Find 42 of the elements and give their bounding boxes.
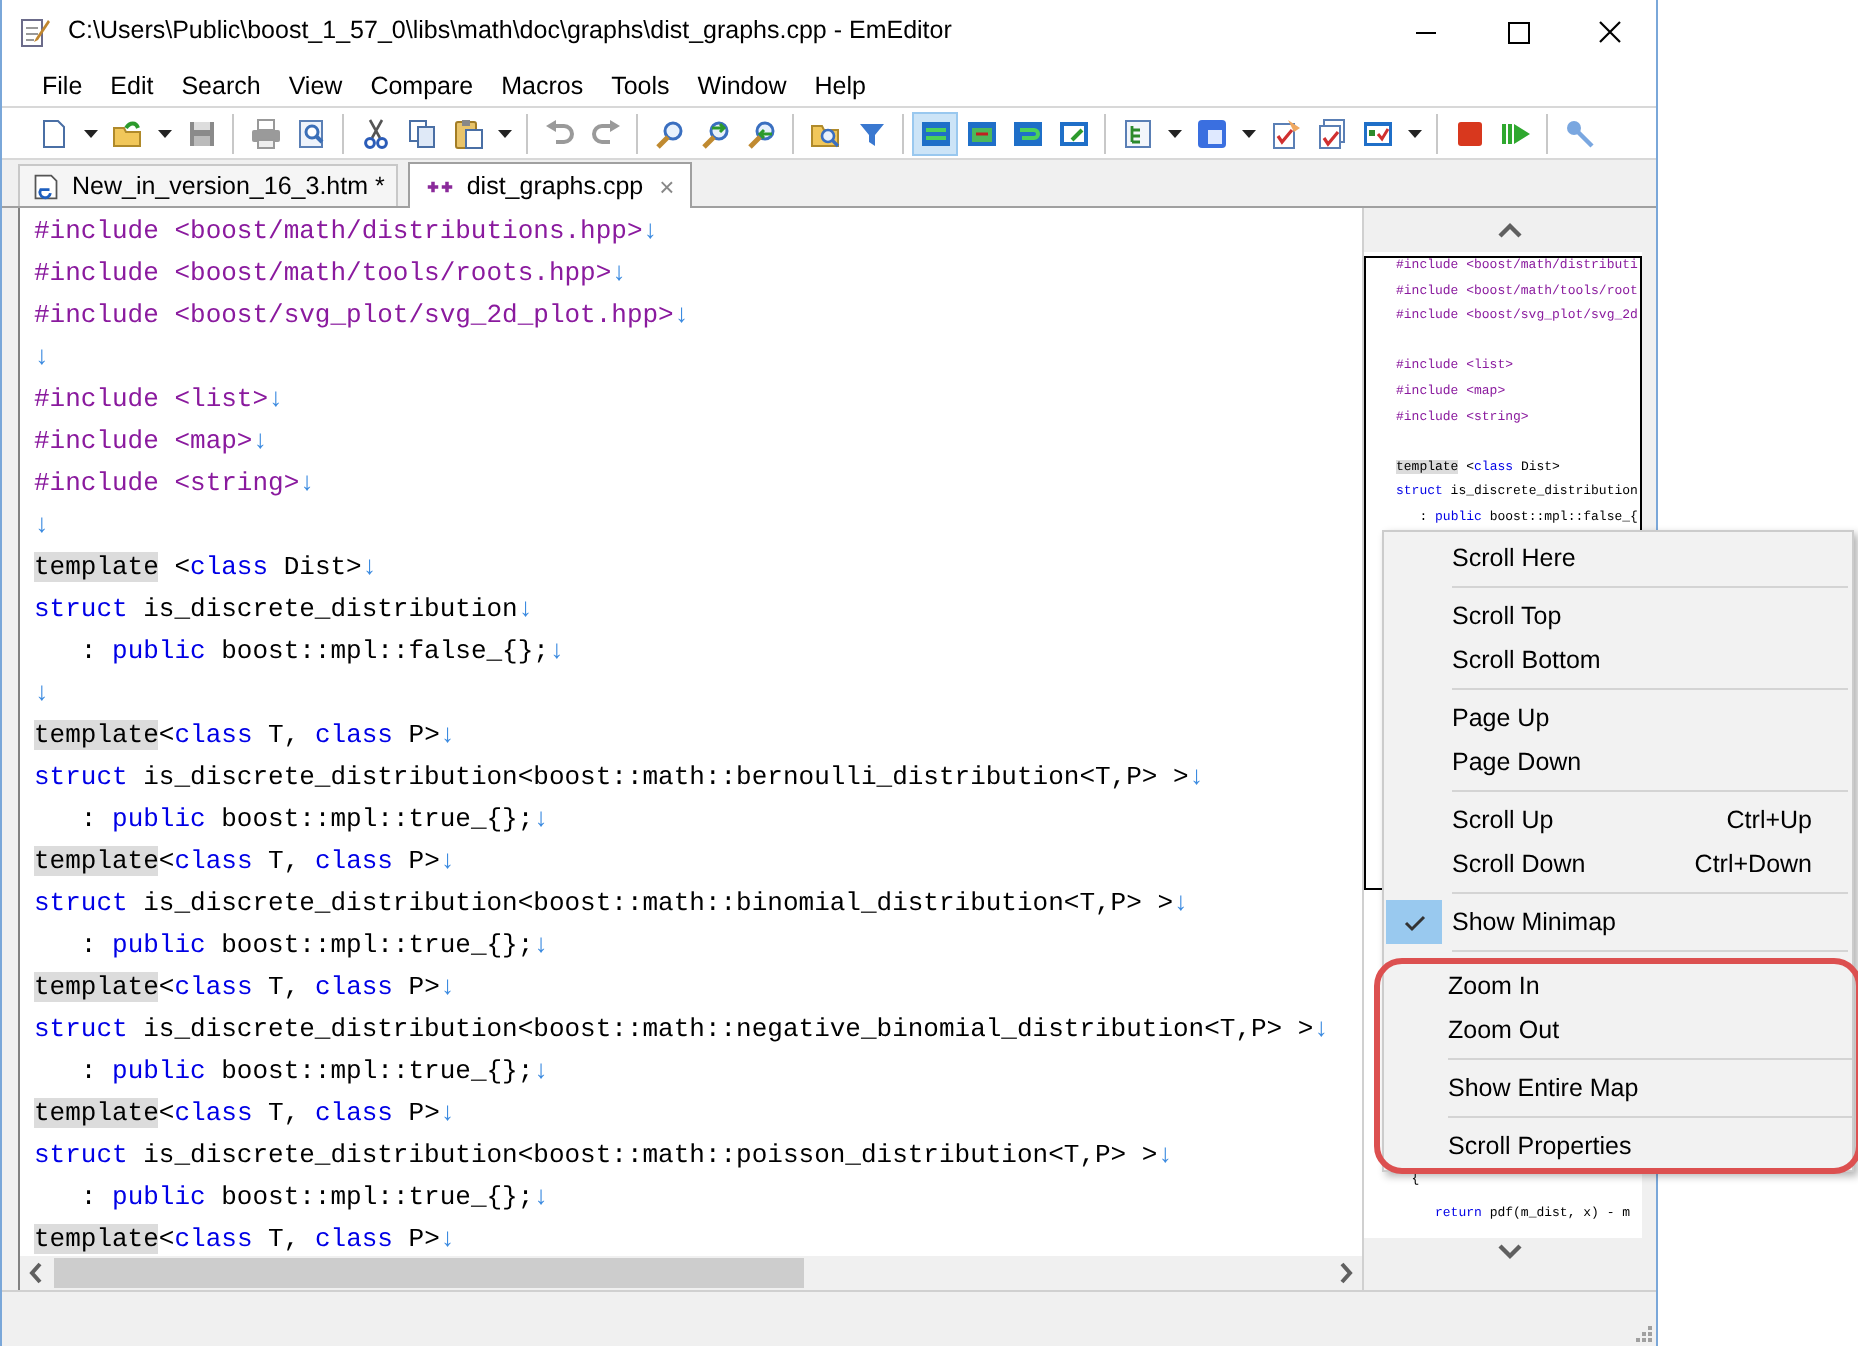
code-line: #include <boost/svg_plot/svg_2d_plot.hpp>↓ bbox=[34, 298, 690, 334]
code-line: struct is_discrete_distribution<boost::math::poisson_distribution<T,P> >↓ bbox=[34, 1138, 1174, 1174]
menu-item-label: Scroll Top bbox=[1452, 599, 1562, 634]
code-line: struct is_discrete_distribution<boost::math::bernoulli_distribution<T,P> >↓ bbox=[34, 760, 1205, 796]
menu-item-label: Scroll Here bbox=[1452, 541, 1576, 576]
code-line: ↓ bbox=[34, 340, 50, 376]
code-line: : public boost::mpl::false_{};↓ bbox=[78, 634, 565, 670]
shortcut-label: Ctrl+Down bbox=[1694, 847, 1812, 882]
menu-item-label: Zoom In bbox=[1448, 969, 1540, 1004]
code-line: template<class T, class P>↓ bbox=[34, 1222, 456, 1256]
menu-item-label: Page Up bbox=[1452, 701, 1550, 736]
code-line: #include <map>↓ bbox=[34, 424, 269, 460]
code-line: template <class Dist>↓ bbox=[34, 550, 378, 586]
code-line: #include <list>↓ bbox=[34, 382, 284, 418]
code-line: template<class T, class P>↓ bbox=[34, 1096, 456, 1132]
window-title: C:\Users\Public\boost_1_57_0\libs\math\doc\graphs\dist_graphs.cpp - EmEditor bbox=[68, 14, 952, 49]
code-line: #include <boost/math/tools/roots.hpp>↓ bbox=[34, 256, 627, 292]
code-line: struct is_discrete_distribution↓ bbox=[34, 592, 534, 628]
code-line: #include <boost/math/distributions.hpp>↓ bbox=[34, 214, 659, 250]
code-line: : public boost::mpl::true_{};↓ bbox=[78, 928, 549, 964]
menu-item-label: Scroll Down bbox=[1452, 847, 1586, 882]
tab-label: dist_graphs.cpp bbox=[466, 169, 644, 204]
code-line: ↓ bbox=[34, 676, 50, 712]
code-line: ↓ bbox=[34, 508, 50, 544]
tab-label: New_in_version_16_3.htm * bbox=[72, 169, 385, 204]
menu-item-label: Page Down bbox=[1452, 745, 1582, 780]
menu-item-label: Scroll Properties bbox=[1448, 1129, 1632, 1164]
code-line: struct is_discrete_distribution<boost::math::negative_binomial_distribution<T,P> >↓ bbox=[34, 1012, 1330, 1048]
code-line: template<class T, class P>↓ bbox=[34, 718, 456, 754]
code-line: struct is_discrete_distribution<boost::math::binomial_distribution<T,P> >↓ bbox=[34, 886, 1189, 922]
menu-item-label: Show Entire Map bbox=[1448, 1071, 1639, 1106]
code-line: : public boost::mpl::true_{};↓ bbox=[78, 802, 549, 838]
code-line: : public boost::mpl::true_{};↓ bbox=[78, 1054, 549, 1090]
shortcut-label: Ctrl+Up bbox=[1726, 803, 1812, 838]
code-line: : public boost::mpl::true_{};↓ bbox=[78, 1180, 549, 1216]
menu-item-label: Scroll Up bbox=[1452, 803, 1554, 838]
menu-item-label: Show Minimap bbox=[1452, 905, 1616, 940]
code-line: template<class T, class P>↓ bbox=[34, 970, 456, 1006]
menu-item-label: Zoom Out bbox=[1448, 1013, 1560, 1048]
menu-item-label: Scroll Bottom bbox=[1452, 643, 1601, 678]
code-line: template<class T, class P>↓ bbox=[34, 844, 456, 880]
code-line: #include <string>↓ bbox=[34, 466, 315, 502]
